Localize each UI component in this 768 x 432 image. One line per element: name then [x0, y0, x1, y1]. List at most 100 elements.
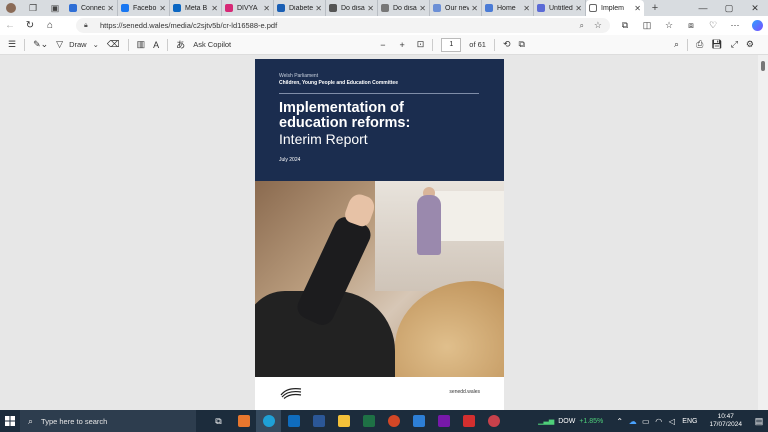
eraser-icon[interactable]: ⌫ — [103, 35, 124, 55]
tab-favicon-icon — [277, 4, 285, 12]
tab-label: Diabete — [289, 4, 314, 12]
chevron-up-icon[interactable]: ⌃ — [613, 417, 626, 426]
browser-tab[interactable]: Connec ✕ — [66, 0, 118, 16]
system-tray: ▁▃▅ DOW +1.85% ⌃ ☁ ▭ ◠ ◁ ENG 10:47 17/07… — [538, 410, 768, 432]
url-field[interactable]: 🔒︎ https://senedd.wales/media/c2sjtv5b/c… — [76, 18, 610, 33]
tab-close-icon[interactable]: ✕ — [419, 4, 426, 13]
extensions-icon[interactable]: ⧉ — [614, 20, 636, 31]
tab-favicon-icon — [329, 4, 337, 12]
zoom-in-icon[interactable]: + — [395, 35, 408, 55]
zoom-out-icon[interactable]: − — [376, 35, 389, 55]
read-aloud-icon[interactable]: A — [149, 35, 163, 55]
excel-icon[interactable] — [356, 410, 381, 432]
clock[interactable]: 10:47 17/07/2024 — [709, 413, 742, 429]
notification-icon[interactable]: ▤ — [750, 410, 768, 432]
acrobat-icon[interactable] — [456, 410, 481, 432]
save-icon[interactable]: 💾︎ — [707, 35, 726, 55]
contents-icon[interactable]: ☰ — [4, 35, 20, 55]
tab-close-icon[interactable]: ✕ — [315, 4, 322, 13]
browser-tab[interactable]: Do disa ✕ — [326, 0, 378, 16]
home-icon[interactable]: ⌂ — [40, 16, 60, 35]
minimize-icon[interactable]: — — [690, 0, 716, 16]
page-view-icon[interactable]: ▥ — [133, 35, 150, 55]
taskbar-search[interactable]: ⌕ Type here to search — [20, 410, 196, 432]
volume-icon[interactable]: ◁ — [665, 417, 678, 426]
tab-actions-icon[interactable]: ▣ — [48, 1, 62, 15]
tab-close-icon[interactable]: ✕ — [263, 4, 270, 13]
zoom-search-icon[interactable]: ⌕ — [579, 21, 583, 31]
new-tab-button[interactable]: + — [648, 1, 662, 15]
battery-icon[interactable]: ▭ — [639, 417, 652, 426]
vertical-scrollbar[interactable] — [758, 55, 768, 410]
browser-tab[interactable]: Meta B ✕ — [170, 0, 222, 16]
tab-close-icon[interactable]: ✕ — [471, 4, 478, 13]
browser-tab[interactable]: Do disa ✕ — [378, 0, 430, 16]
language-indicator[interactable]: ENG — [682, 418, 697, 425]
browser-tab[interactable]: Diabete ✕ — [274, 0, 326, 16]
chevron-down-icon: ⌄ — [92, 40, 99, 49]
browser-tab[interactable]: Our nev ✕ — [430, 0, 482, 16]
close-window-icon[interactable]: ✕ — [742, 0, 768, 16]
page-layout-icon[interactable]: ⧉ — [515, 35, 529, 55]
more-menu-icon[interactable]: ⋯ — [724, 20, 746, 31]
ask-copilot-button[interactable]: Ask Copilot — [189, 35, 235, 55]
edge-browser-icon[interactable] — [256, 410, 281, 432]
powerpoint-icon[interactable] — [381, 410, 406, 432]
tab-close-icon[interactable]: ✕ — [634, 4, 641, 13]
scroll-thumb[interactable] — [761, 61, 765, 71]
divider — [279, 93, 479, 94]
task-view-icon[interactable]: ⧉ — [206, 410, 231, 432]
photo-whiteboard — [435, 191, 504, 241]
page-number-input[interactable]: 1 — [441, 37, 462, 52]
tab-favicon-icon — [433, 4, 441, 12]
cloud-icon[interactable]: ☁ — [626, 417, 639, 426]
rotate-icon[interactable]: ⟲ — [499, 35, 515, 55]
pdf-viewer[interactable]: Welsh Parliament Children, Young People … — [0, 55, 758, 410]
translate-icon[interactable]: あ — [172, 35, 189, 55]
workspaces-icon[interactable]: ❐ — [26, 1, 40, 15]
browser-tab[interactable]: Facebo ✕ — [118, 0, 170, 16]
stock-ticker[interactable]: ▁▃▅ DOW +1.85% — [538, 417, 603, 426]
teams-icon[interactable] — [481, 410, 506, 432]
browser-tab[interactable]: Untitled ✕ — [534, 0, 586, 16]
split-screen-icon[interactable]: ◫ — [636, 20, 658, 31]
browser-tab[interactable]: Home ✕ — [482, 0, 534, 16]
browser-tab[interactable]: Implem ✕ — [586, 0, 644, 16]
app-orange-icon[interactable] — [231, 410, 256, 432]
back-icon[interactable]: ← — [0, 16, 20, 35]
browser-essentials-icon[interactable]: ♡ — [702, 20, 724, 31]
tab-close-icon[interactable]: ✕ — [367, 4, 374, 13]
collections-icon[interactable]: ⧈ — [680, 20, 702, 31]
onenote-icon[interactable] — [431, 410, 456, 432]
tab-close-icon[interactable]: ✕ — [211, 4, 218, 13]
wifi-icon[interactable]: ◠ — [652, 417, 665, 426]
favorite-star-icon[interactable]: ☆ — [594, 20, 602, 31]
tab-close-icon[interactable]: ✕ — [107, 4, 114, 13]
security-shield-icon[interactable] — [406, 410, 431, 432]
file-explorer-icon[interactable] — [331, 410, 356, 432]
word-icon[interactable] — [306, 410, 331, 432]
outlook-icon[interactable] — [281, 410, 306, 432]
taskbar-apps: ⧉ — [206, 410, 506, 432]
profile-avatar[interactable] — [4, 1, 18, 15]
footer-site: senedd.wales — [449, 389, 480, 395]
search-icon[interactable]: ⌕ — [670, 35, 683, 55]
copilot-icon[interactable] — [746, 20, 768, 31]
fullscreen-icon[interactable]: ⤢ — [727, 35, 742, 55]
highlight-icon[interactable]: ✎⌄ — [29, 35, 52, 55]
tab-close-icon[interactable]: ✕ — [159, 4, 166, 13]
draw-button[interactable]: ▽ Draw ⌄ — [52, 35, 103, 55]
tab-label: DIVYA — [237, 4, 258, 12]
start-windows-icon[interactable] — [0, 410, 20, 432]
browser-tab[interactable]: DIVYA ✕ — [222, 0, 274, 16]
fit-page-icon[interactable]: ⊡ — [413, 35, 429, 55]
tab-favicon-icon — [381, 4, 389, 12]
tab-close-icon[interactable]: ✕ — [575, 4, 582, 13]
tab-close-icon[interactable]: ✕ — [523, 4, 530, 13]
refresh-icon[interactable]: ↻ — [20, 16, 40, 35]
settings-gear-icon[interactable]: ⚙ — [742, 35, 758, 55]
maximize-icon[interactable]: ▢ — [716, 0, 742, 16]
url-text: https://senedd.wales/media/c2sjtv5b/cr-l… — [100, 21, 278, 30]
print-icon[interactable]: ⎙ — [692, 35, 707, 55]
favorites-icon[interactable]: ☆ — [658, 20, 680, 31]
